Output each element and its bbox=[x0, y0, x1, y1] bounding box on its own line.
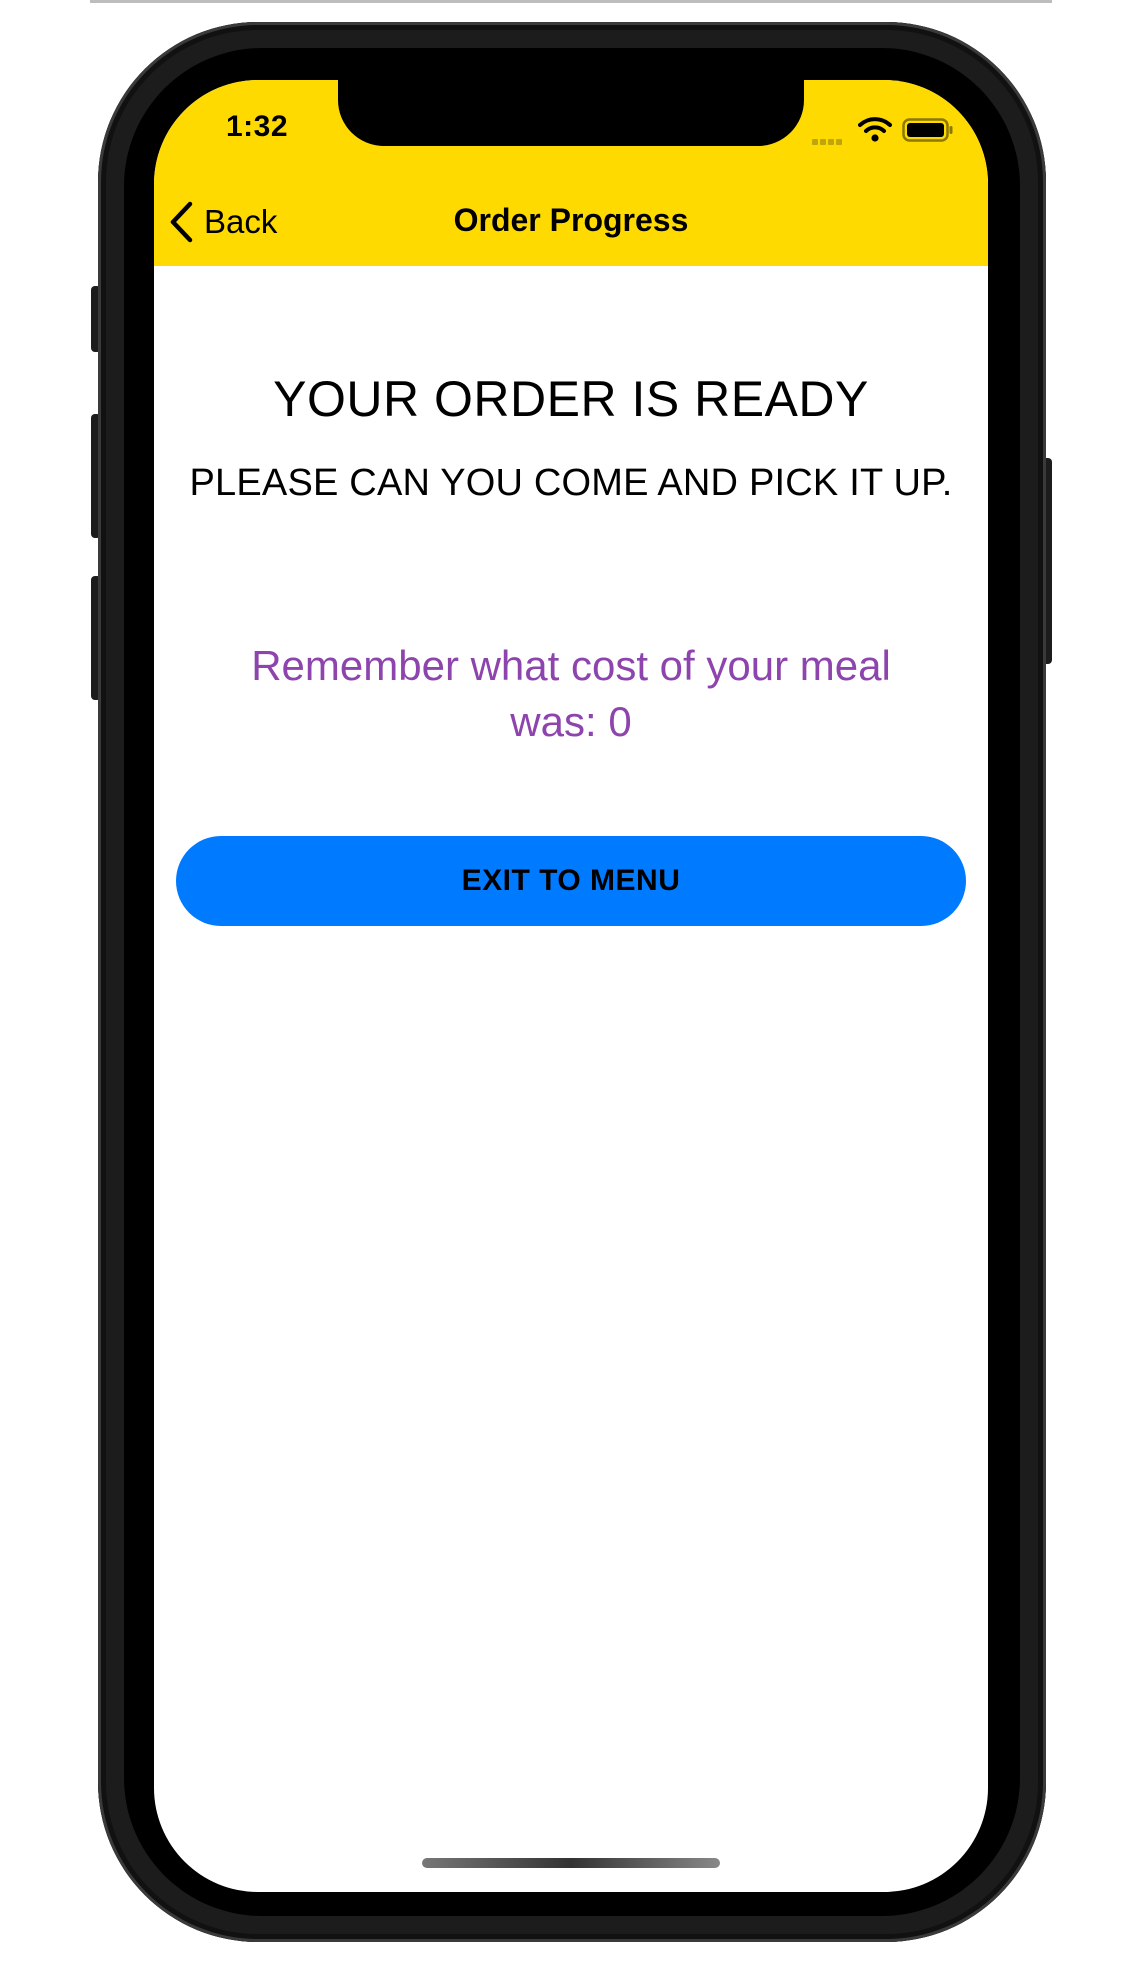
cellular-signal-icon bbox=[812, 132, 850, 145]
wifi-icon bbox=[858, 117, 892, 142]
order-ready-heading: YOUR ORDER IS READY bbox=[273, 371, 869, 427]
home-indicator[interactable] bbox=[422, 1858, 720, 1868]
status-time: 1:32 bbox=[226, 110, 289, 143]
battery-icon bbox=[902, 118, 953, 142]
camera-notch bbox=[338, 80, 804, 146]
pickup-instruction: PLEASE CAN YOU COME AND PICK IT UP. bbox=[189, 462, 953, 504]
navigation-bar: 1:32 Back Order Progress bbox=[154, 80, 988, 266]
exit-to-menu-button[interactable]: EXIT TO MENU bbox=[176, 836, 966, 926]
meal-cost-message: Remember what cost of your meal was: 0 bbox=[251, 642, 891, 745]
page-title: Order Progress bbox=[453, 202, 689, 238]
phone-screen: 1:32 Back Order Progress YOUR ORDER IS R… bbox=[154, 80, 988, 1892]
window-top-border bbox=[90, 0, 1052, 3]
